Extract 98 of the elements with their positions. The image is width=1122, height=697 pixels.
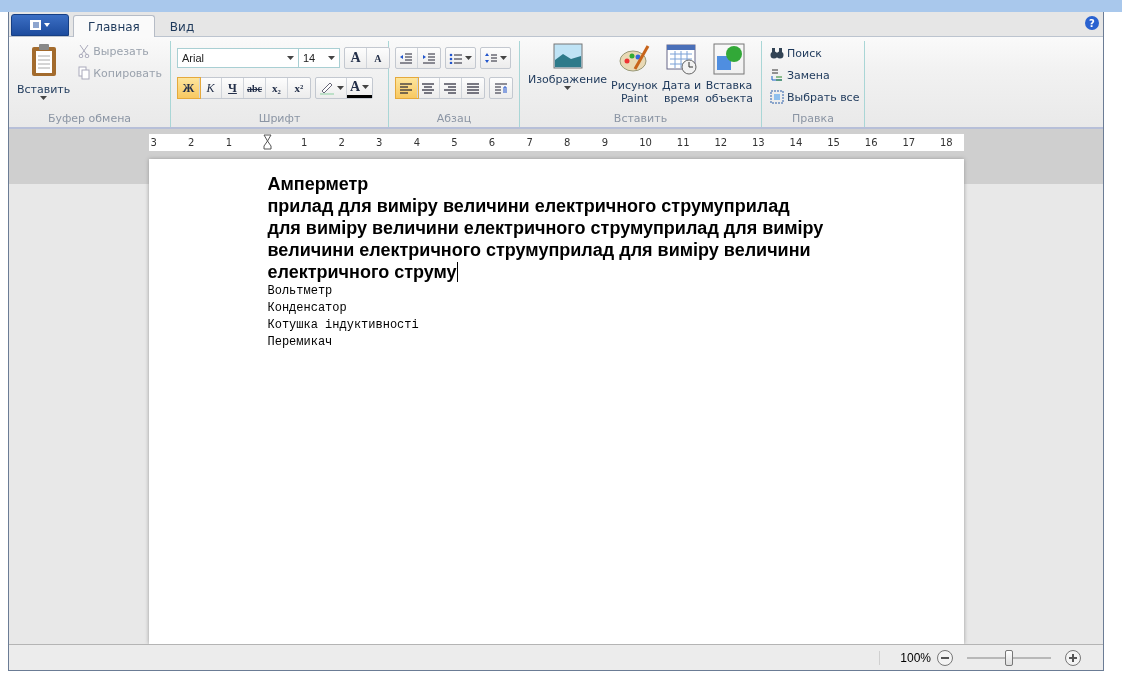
bullet-list-icon <box>449 52 463 64</box>
edit-button[interactable]: Замена <box>768 65 862 85</box>
list-button[interactable] <box>445 47 476 69</box>
body-text: Вольтметр <box>267 283 334 300</box>
help-icon[interactable]: ? <box>1085 16 1099 30</box>
select-all-icon <box>770 90 784 104</box>
caret-icon <box>362 84 370 89</box>
insert-button[interactable]: Вставка объекта <box>703 41 755 112</box>
ruler-number: 1 <box>300 137 309 148</box>
line-spacing-button[interactable] <box>480 47 511 69</box>
heading-text: Амперметр <box>267 173 370 195</box>
group-label: Правка <box>791 112 835 127</box>
paragraph-button[interactable] <box>489 77 513 99</box>
paragraph-icon <box>494 82 508 94</box>
caret-icon <box>287 56 294 60</box>
palette-icon <box>618 43 651 75</box>
caret-icon <box>40 96 48 100</box>
font-size-field[interactable]: 14 <box>298 48 340 68</box>
ruler-number: 15 <box>827 137 841 148</box>
grow-font-button[interactable]: A <box>345 48 367 68</box>
align-icon <box>466 82 480 94</box>
ruler-number: 3 <box>150 137 158 148</box>
document-icon <box>29 19 51 31</box>
align-icon <box>399 82 414 94</box>
body-text: Перемикач <box>267 334 334 351</box>
ruler-number: 16 <box>864 137 879 148</box>
insert-button[interactable]: Дата и время <box>660 41 704 112</box>
heading-text: прилад для виміру величини електричного струмуприлад для виміру величини електричного струмуприлад для виміру величини електричного струмуприлад для виміру величини електричного струму <box>267 195 825 283</box>
ruler-number: 2 <box>188 137 196 148</box>
binoculars-icon <box>770 47 784 59</box>
format-button[interactable]: Ч <box>222 78 244 98</box>
ruler-number: 4 <box>413 137 422 148</box>
ruler-number: 13 <box>752 137 766 148</box>
copy-icon <box>78 66 91 80</box>
indent-icon <box>422 52 436 64</box>
paste-button[interactable]: Вставить <box>15 41 73 112</box>
align-button[interactable] <box>396 78 418 98</box>
ribbon-tab[interactable]: Главная <box>73 15 155 37</box>
scissors-icon <box>78 44 91 58</box>
plus-icon <box>1069 653 1077 662</box>
text-caret <box>456 262 458 282</box>
format-button[interactable]: x² <box>288 78 310 98</box>
group-label: Шрифт <box>257 112 302 127</box>
clipboard-icon <box>29 43 58 77</box>
insert-button[interactable]: Рисунок Paint <box>609 41 660 112</box>
format-button[interactable]: К <box>200 78 222 98</box>
minus-icon <box>941 656 949 659</box>
ruler-number: 1 <box>225 137 234 148</box>
format-button[interactable]: x₂ <box>266 78 288 98</box>
shrink-font-button[interactable]: A <box>367 48 389 68</box>
insert-button[interactable]: Изображение <box>526 41 610 112</box>
ruler-number: 14 <box>789 137 804 148</box>
ribbon-tab[interactable]: Вид <box>154 15 210 37</box>
shapes-icon <box>713 43 746 75</box>
caret-icon <box>465 56 472 60</box>
landscape-icon <box>552 43 583 69</box>
ruler-number: 3 <box>376 137 384 148</box>
calendar-clock-icon <box>665 43 698 75</box>
line-spacing-icon <box>484 52 498 64</box>
ruler-number: 5 <box>451 137 459 148</box>
outdent-icon <box>399 52 414 64</box>
ruler-number: 12 <box>714 137 729 148</box>
zoom-in-button[interactable] <box>1065 649 1081 666</box>
ruler-number: 18 <box>939 137 954 148</box>
app-menu-button[interactable] <box>11 14 69 36</box>
format-button[interactable]: abc <box>244 78 266 98</box>
align-icon <box>421 82 436 94</box>
replace-icon <box>770 68 784 82</box>
caret-icon <box>564 86 572 90</box>
caret-icon <box>500 56 507 60</box>
body-text: Котушка індуктивності <box>267 317 420 334</box>
group-label: Вставить <box>612 112 669 127</box>
font-color-button[interactable]: A <box>347 78 373 98</box>
ruler-number: 17 <box>902 137 917 148</box>
ruler-number: 11 <box>676 137 691 148</box>
ruler-number: 2 <box>338 137 346 148</box>
caret-icon <box>337 86 344 90</box>
format-button[interactable]: Ж <box>178 78 200 98</box>
body-text: Конденсатор <box>267 300 348 317</box>
ruler[interactable]: 3 2 1 1 2 3 4 5 6 7 8 9 10 11 12 13 14 15 16 17 18 <box>148 134 964 151</box>
ruler-number: 10 <box>639 137 653 148</box>
indent-marker-icon[interactable] <box>263 133 273 150</box>
slider-thumb[interactable] <box>1005 649 1013 666</box>
highlighter-icon <box>319 81 335 95</box>
ruler-number: 8 <box>564 137 572 148</box>
zoom-out-button[interactable] <box>937 649 953 666</box>
group-label: Буфер обмена <box>46 112 133 127</box>
align-icon <box>443 82 458 94</box>
caret-icon <box>328 56 335 60</box>
group-label: Абзац <box>435 112 473 127</box>
ruler-number: 7 <box>526 137 534 148</box>
edit-button[interactable]: Поиск <box>768 43 862 63</box>
document-page[interactable] <box>148 159 964 644</box>
ruler-number: 6 <box>488 137 497 148</box>
font-family-field[interactable]: Arial <box>177 48 299 68</box>
ruler-number: 9 <box>601 137 609 148</box>
edit-button[interactable]: Выбрать все <box>768 87 862 107</box>
zoom-level: 100% <box>879 650 931 665</box>
